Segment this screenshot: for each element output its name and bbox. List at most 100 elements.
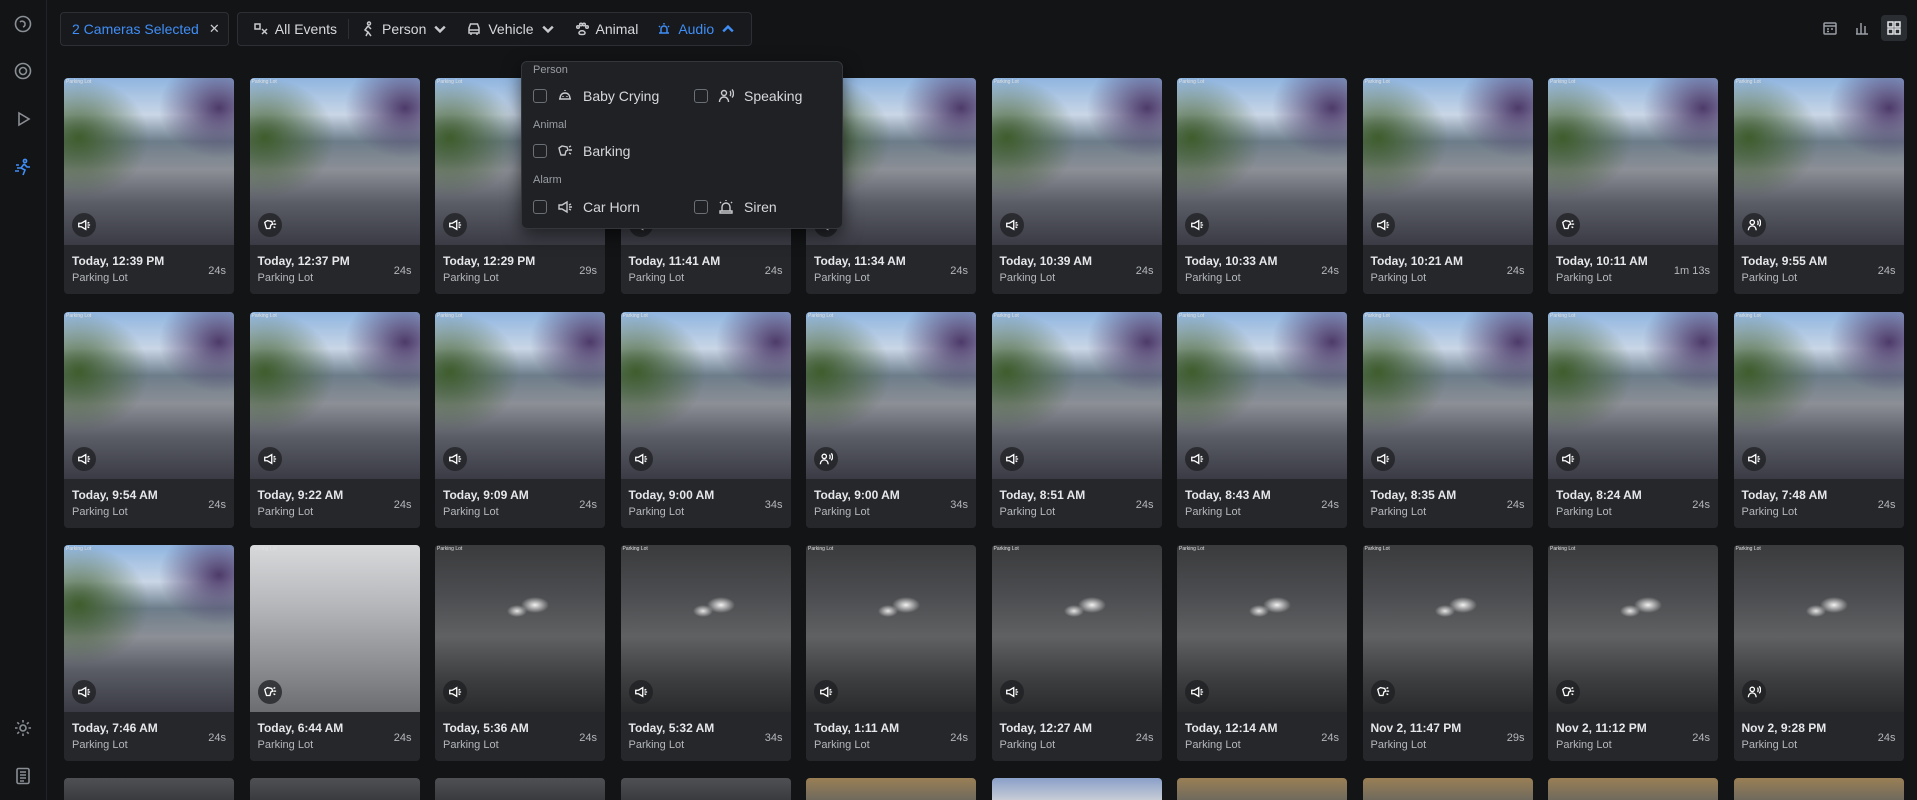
event-card-partial[interactable] [1548, 778, 1718, 800]
sidebar [0, 0, 47, 800]
event-card[interactable]: Parking Lot Today, 9:54 AM Parking Lot 24s [64, 311, 234, 528]
event-card[interactable]: Parking Lot Today, 9:55 AM Parking Lot 24s [1733, 78, 1904, 294]
event-duration: 24s [1877, 498, 1896, 511]
grid-icon [1887, 21, 1901, 35]
nav-dashboard-icon[interactable] [10, 11, 36, 37]
nav-camera-icon[interactable] [10, 58, 36, 84]
event-card[interactable]: Parking Lot Today, 9:00 AM Parking Lot 34s [620, 311, 791, 528]
event-card[interactable]: Parking Lot Today, 8:51 AM Parking Lot 24s [991, 311, 1162, 528]
event-card[interactable]: Parking Lot Nov 2, 11:12 PM Parking Lot 24s [1548, 545, 1718, 761]
option-baby-crying[interactable]: Baby Crying [533, 88, 659, 104]
event-time: Today, 9:54 AM [72, 487, 158, 502]
event-card[interactable]: Parking Lot Today, 7:46 AM Parking Lot 24s [64, 545, 234, 761]
event-card[interactable]: Parking Lot Today, 12:37 PM Parking Lot 24s [249, 78, 420, 294]
event-card[interactable]: Parking Lot Today, 8:24 AM Parking Lot 24s [1548, 311, 1718, 528]
event-card-partial[interactable] [249, 778, 420, 800]
grid-view-button[interactable] [1881, 15, 1907, 41]
siren-icon [719, 200, 733, 214]
event-thumbnail: Parking Lot [991, 545, 1162, 712]
thumbnail-camera-label: Parking Lot [993, 79, 1019, 85]
event-meta: Today, 7:46 AM Parking Lot 24s [64, 712, 234, 761]
event-card-partial[interactable] [1177, 778, 1347, 800]
event-time: Nov 2, 9:28 PM [1741, 721, 1827, 735]
checkbox[interactable] [694, 89, 708, 103]
event-card[interactable]: Parking Lot Today, 10:39 AM Parking Lot 24s [991, 78, 1162, 294]
event-time: Today, 5:32 AM [628, 721, 715, 735]
event-time: Today, 12:14 AM [1185, 721, 1278, 735]
camera-selection-label: 2 Cameras Selected [72, 21, 199, 37]
clear-selection-close-icon[interactable]: ✕ [209, 21, 220, 37]
event-thumbnail: Parking Lot [1362, 545, 1533, 712]
event-card-partial[interactable] [991, 778, 1162, 800]
filter-vehicle[interactable]: Vehicle [457, 15, 564, 43]
event-location: Parking Lot [257, 272, 314, 284]
event-duration: 1m 13s [1673, 265, 1710, 277]
event-card[interactable]: Parking Lot Today, 12:27 AM Parking Lot 24s [991, 545, 1162, 761]
thumbnail-camera-label: Parking Lot [1735, 312, 1761, 319]
event-card[interactable]: Parking Lot Today, 12:14 AM Parking Lot 24s [1177, 545, 1347, 761]
event-card[interactable]: Parking Lot Today, 12:39 PM Parking Lot 24s [64, 78, 234, 294]
option-barking[interactable]: Barking [533, 143, 630, 159]
event-time: Today, 11:34 AM [814, 254, 906, 268]
event-location: Parking Lot [72, 739, 128, 751]
event-thumbnail: Parking Lot [64, 545, 234, 712]
chart-view-button[interactable] [1849, 15, 1875, 41]
checkbox[interactable] [694, 200, 708, 214]
timeline-view-button[interactable] [1817, 15, 1843, 41]
event-card[interactable]: Parking Lot Today, 10:33 AM Parking Lot 24s [1177, 78, 1347, 294]
system-log-icon[interactable] [10, 763, 36, 789]
thumbnail-camera-label: Parking Lot [1179, 546, 1205, 552]
event-meta: Nov 2, 9:28 PM Parking Lot 24s [1733, 712, 1904, 761]
event-card[interactable]: Parking Lot Nov 2, 11:47 PM Parking Lot 29s [1362, 545, 1533, 761]
event-card[interactable]: Parking Lot Today, 7:48 AM Parking Lot 24s [1733, 311, 1904, 528]
event-card[interactable]: Parking Lot Today, 8:35 AM Parking Lot 24s [1362, 311, 1533, 528]
event-card-partial[interactable] [806, 778, 976, 800]
checkbox[interactable] [533, 200, 547, 214]
option-speaking[interactable]: Speaking [694, 88, 802, 104]
event-card[interactable]: Parking Lot Today, 5:32 AM Parking Lot 34s [620, 545, 791, 761]
nav-play-icon[interactable] [10, 106, 36, 132]
camera-selection-chip[interactable]: 2 Cameras Selected ✕ [60, 12, 229, 46]
thumbnail-camera-label: Parking Lot [1364, 79, 1390, 85]
thumbnail-camera-label: Parking Lot [622, 546, 648, 552]
event-meta: Today, 9:09 AM Parking Lot 24s [435, 478, 605, 528]
speaking-icon [1747, 685, 1761, 698]
barking-icon [263, 219, 276, 230]
car-horn-icon [1191, 686, 1204, 698]
event-card-partial[interactable] [64, 778, 234, 800]
event-card[interactable]: Parking Lot Today, 1:11 AM Parking Lot 24s [806, 545, 976, 761]
event-card-partial[interactable] [1733, 778, 1904, 800]
event-time: Today, 10:11 AM [1556, 254, 1648, 268]
filter-animal[interactable]: Animal [565, 15, 648, 43]
nav-detections-icon[interactable] [10, 154, 36, 180]
event-card[interactable]: Parking Lot Today, 9:22 AM Parking Lot 24s [249, 311, 420, 528]
event-thumbnail: Parking Lot [1733, 78, 1904, 245]
event-location: Parking Lot [1185, 272, 1241, 284]
filter-person[interactable]: Person [351, 15, 457, 43]
event-card[interactable]: Parking Lot Today, 6:44 AM Parking Lot 24s [249, 545, 420, 761]
event-card-partial[interactable] [1362, 778, 1533, 800]
event-card[interactable]: Parking Lot Today, 10:11 AM Parking Lot 1m … [1548, 78, 1718, 294]
event-card[interactable]: Parking Lot Today, 5:36 AM Parking Lot 24s [435, 545, 605, 761]
event-card[interactable]: Parking Lot Nov 2, 9:28 PM Parking Lot 24s [1733, 545, 1904, 761]
filter-audio[interactable]: Audio [647, 15, 745, 43]
checkbox[interactable] [533, 89, 547, 103]
event-meta: Today, 12:39 PM Parking Lot 24s [64, 245, 234, 294]
vehicle-icon [468, 23, 481, 35]
event-meta: Today, 8:24 AM Parking Lot 24s [1548, 478, 1718, 528]
option-siren[interactable]: Siren [694, 199, 777, 215]
event-card[interactable]: Parking Lot Today, 8:43 AM Parking Lot 24s [1177, 311, 1347, 528]
settings-gear-icon[interactable] [10, 715, 36, 741]
event-card-partial[interactable] [620, 778, 791, 800]
event-duration: 24s [1506, 265, 1525, 277]
animal-icon [575, 22, 589, 36]
event-card[interactable]: Parking Lot Today, 9:09 AM Parking Lot 24s [435, 311, 605, 528]
checkbox[interactable] [533, 144, 547, 158]
event-card[interactable]: Parking Lot Today, 9:00 AM Parking Lot 34s [806, 311, 976, 528]
event-card-partial[interactable] [435, 778, 605, 800]
filter-all-events[interactable]: All Events [244, 15, 346, 43]
car-horn-icon [78, 452, 91, 465]
event-thumbnail: Parking Lot [620, 311, 791, 479]
option-car-horn[interactable]: Car Horn [533, 199, 640, 215]
event-card[interactable]: Parking Lot Today, 10:21 AM Parking Lot 24s [1362, 78, 1533, 294]
